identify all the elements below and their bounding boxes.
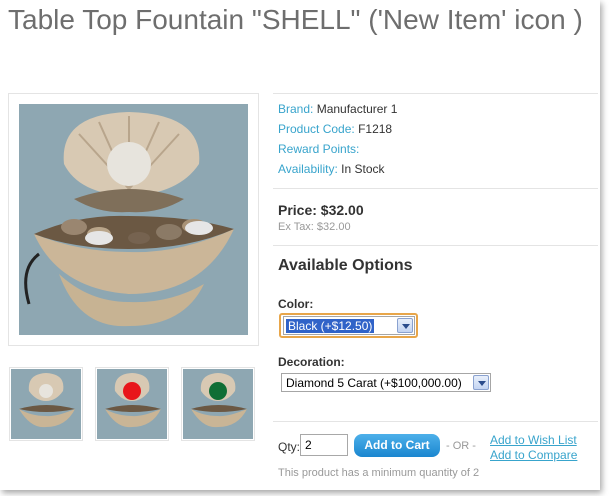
divider — [273, 245, 598, 246]
thumbnail-image — [183, 369, 253, 439]
availability-value: In Stock — [341, 162, 385, 176]
price: Price: $32.00 — [278, 202, 364, 218]
color-label: Color: — [278, 297, 314, 311]
availability-label: Availability: — [278, 162, 338, 176]
availability-row: Availability: In Stock — [278, 162, 385, 176]
decoration-label: Decoration: — [278, 355, 345, 369]
page-title: Table Top Fountain "SHELL" ('New Item' i… — [8, 4, 583, 35]
decoration-select-value: Diamond 5 Carat (+$100,000.00) — [286, 376, 462, 390]
reward-points-row: Reward Points: — [278, 142, 359, 156]
product-code-label: Product Code: — [278, 122, 355, 136]
main-product-image[interactable] — [8, 93, 259, 346]
thumbnail-image — [11, 369, 81, 439]
thumbnail-3[interactable] — [181, 367, 255, 441]
thumbnail-image — [97, 369, 167, 439]
quantity-input[interactable]: 2 — [300, 434, 348, 456]
brand-value[interactable]: Manufacturer 1 — [317, 102, 398, 116]
chevron-down-icon[interactable] — [473, 375, 489, 390]
color-select-value: Black (+$12.50) — [286, 319, 375, 333]
minimum-quantity-note: This product has a minimum quantity of 2 — [278, 467, 480, 479]
brand-row: Brand: Manufacturer 1 — [278, 102, 397, 116]
product-code-row: Product Code: F1218 — [278, 122, 392, 136]
fountain-image — [19, 104, 248, 335]
add-to-wishlist-link[interactable]: Add to Wish List — [490, 433, 577, 447]
or-separator: - OR - — [446, 440, 476, 452]
reward-points-label: Reward Points: — [278, 142, 360, 156]
thumbnail-1[interactable] — [9, 367, 83, 441]
options-heading: Available Options — [278, 257, 413, 274]
color-select[interactable]: Black (+$12.50) — [283, 316, 415, 335]
add-to-cart-button[interactable]: Add to Cart — [354, 434, 440, 457]
qty-label: Qty: — [278, 440, 301, 454]
add-to-compare-link[interactable]: Add to Compare — [490, 448, 577, 462]
brand-label: Brand: — [278, 102, 314, 116]
ex-tax-price: Ex Tax: $32.00 — [278, 221, 351, 233]
chevron-down-icon[interactable] — [397, 318, 413, 333]
divider — [273, 421, 598, 422]
decoration-select[interactable]: Diamond 5 Carat (+$100,000.00) — [281, 373, 491, 392]
thumbnail-2[interactable] — [95, 367, 169, 441]
product-page: Table Top Fountain "SHELL" ('New Item' i… — [0, 0, 600, 490]
divider — [273, 188, 598, 189]
product-code-value: F1218 — [358, 122, 393, 136]
divider — [273, 93, 598, 94]
